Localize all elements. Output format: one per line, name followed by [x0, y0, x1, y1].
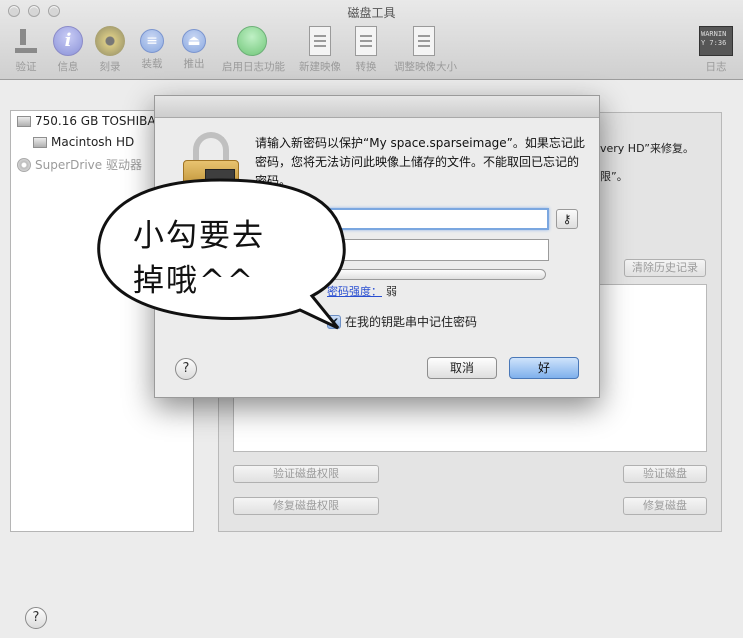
- repair-permissions-button[interactable]: 修复磁盘权限: [233, 497, 379, 515]
- panel-instruction-text-2: 限”。: [600, 170, 628, 183]
- convert-toolbar-button[interactable]: 转换: [336, 26, 396, 74]
- enable-journaling-toolbar-button[interactable]: 启用日志功能: [222, 26, 285, 74]
- sidebar-item-label: SuperDrive 驱动器: [35, 158, 142, 172]
- window-titlebar: 磁盘工具 验证 i 信息 刻录 ≡ 装载 ⏏ 推出 启用日志功能 新建映像 转换…: [0, 0, 743, 80]
- ok-button[interactable]: 好: [509, 357, 579, 379]
- eject-toolbar-button[interactable]: ⏏ 推出: [164, 26, 224, 71]
- cancel-button[interactable]: 取消: [427, 357, 497, 379]
- info-icon: i: [53, 26, 83, 56]
- verify-password-input[interactable]: [327, 239, 549, 261]
- sidebar-item-label: Macintosh HD: [51, 135, 135, 149]
- eject-icon: ⏏: [182, 29, 206, 53]
- help-button[interactable]: ?: [25, 607, 47, 629]
- journaling-icon: [237, 26, 267, 56]
- clear-history-button[interactable]: 清除历史记录: [624, 259, 706, 277]
- dialog-titlebar: [155, 96, 599, 118]
- new-image-icon: [309, 26, 331, 56]
- eject-label: 推出: [183, 58, 205, 70]
- bubble-text-line1: 小勾要去: [133, 218, 265, 254]
- repair-disk-button[interactable]: 修复磁盘: [623, 497, 707, 515]
- panel-instruction-text: very HD”来修复。: [600, 142, 694, 155]
- password-assistant-key-icon[interactable]: ⚷: [556, 209, 578, 229]
- enable-journaling-label: 启用日志功能: [222, 61, 285, 73]
- convert-label: 转换: [355, 61, 377, 73]
- resize-image-toolbar-button[interactable]: 调整映像大小: [394, 26, 457, 74]
- volume-icon: [33, 136, 47, 148]
- optical-drive-icon: [17, 157, 31, 172]
- lock-icon: [183, 132, 239, 192]
- sidebar-item-superdrive[interactable]: SuperDrive 驱动器: [17, 156, 142, 173]
- password-input[interactable]: [327, 208, 549, 230]
- resize-image-icon: [413, 26, 435, 56]
- sidebar-item-toshiba[interactable]: 750.16 GB TOSHIBA: [17, 114, 156, 128]
- toolbar: 验证 i 信息 刻录 ≡ 装载 ⏏ 推出 启用日志功能 新建映像 转换 调整映像…: [0, 26, 743, 76]
- log-file-icon: WARNIN Y 7:36: [699, 26, 733, 56]
- convert-icon: [355, 26, 377, 56]
- dialog-help-button[interactable]: ?: [175, 358, 197, 380]
- password-strength-bar: [329, 269, 546, 280]
- bubble-text-line2: 掉哦^^: [133, 263, 255, 299]
- log-label: 日志: [705, 61, 727, 73]
- password-strength-value: 弱: [386, 285, 397, 298]
- sidebar-item-macintosh-hd[interactable]: Macintosh HD: [33, 135, 134, 149]
- microscope-icon: [11, 26, 41, 56]
- hard-drive-icon: [17, 115, 31, 127]
- burn-disc-icon: [95, 26, 125, 56]
- remember-label: 在我的钥匙串中记住密码: [345, 315, 478, 329]
- remember-in-keychain-checkbox[interactable]: ✔ 在我的钥匙串中记住密码: [327, 313, 477, 330]
- password-strength-link[interactable]: 密码强度：: [327, 283, 382, 299]
- verify-disk-button[interactable]: 验证磁盘: [623, 465, 707, 483]
- window-title: 磁盘工具: [347, 6, 396, 20]
- mount-icon: ≡: [140, 29, 164, 53]
- verify-permissions-button[interactable]: 验证磁盘权限: [233, 465, 379, 483]
- log-toolbar-button[interactable]: WARNIN Y 7:36 日志: [686, 26, 743, 74]
- sidebar-item-label: 750.16 GB TOSHIBA: [35, 114, 156, 128]
- checkmark-icon: ✔: [327, 314, 341, 329]
- dialog-message: 请输入新密码以保护“My space.sparseimage”。如果忘记此密码，…: [255, 136, 585, 188]
- resize-image-label: 调整映像大小: [394, 61, 457, 73]
